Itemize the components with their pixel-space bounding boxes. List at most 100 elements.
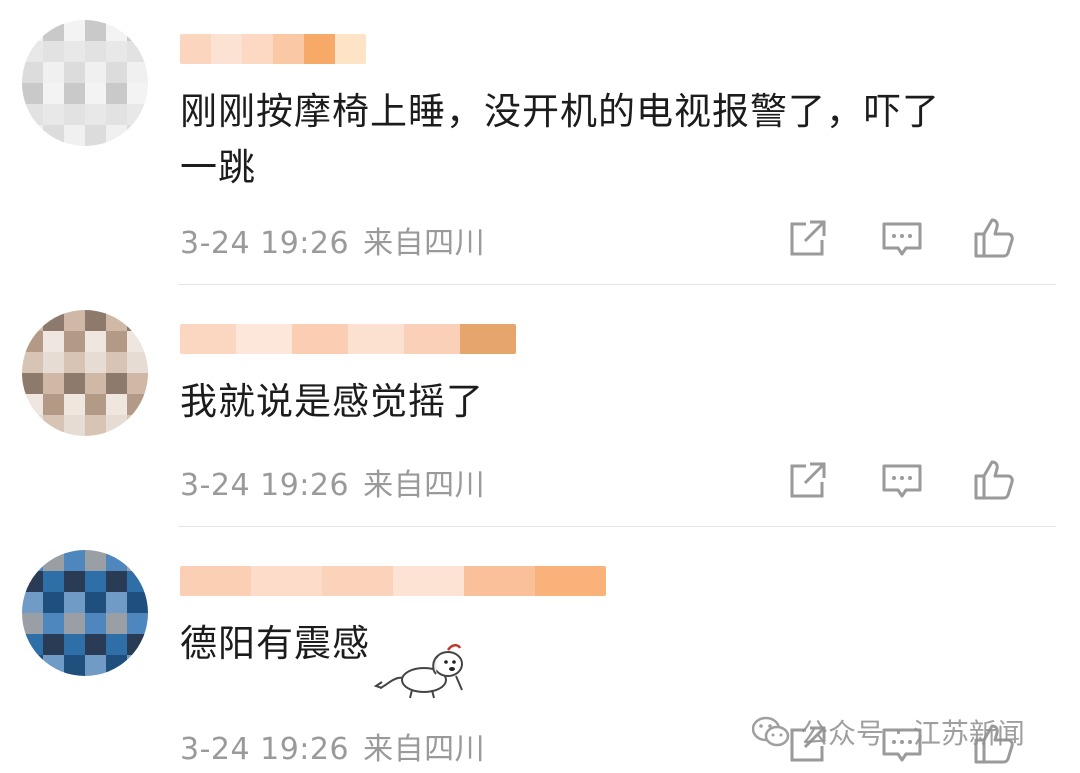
- share-button[interactable]: [784, 456, 832, 504]
- avatar-pixel: [64, 415, 85, 436]
- username-pixel: [464, 566, 535, 596]
- avatar-pixel: [64, 373, 85, 394]
- avatar-pixel: [106, 41, 127, 62]
- comment-actions: [784, 214, 1034, 262]
- avatar-pixel: [43, 415, 64, 436]
- avatar-pixel: [127, 83, 148, 104]
- avatar-pixel: [85, 571, 106, 592]
- location: 来自四川: [363, 732, 486, 767]
- avatar-pixel: [43, 634, 64, 655]
- username-blurred[interactable]: [180, 324, 516, 354]
- avatar-pixel: [106, 373, 127, 394]
- share-button[interactable]: [784, 214, 832, 262]
- avatar-pixel: [85, 415, 106, 436]
- avatar-pixel: [127, 373, 148, 394]
- avatar-pixel: [22, 592, 43, 613]
- username-pixel: [535, 566, 606, 596]
- avatar-pixel: [22, 20, 43, 41]
- avatar[interactable]: [22, 550, 148, 676]
- dog-sticker-image: [373, 644, 463, 699]
- avatar-pixel: [106, 331, 127, 352]
- avatar-pixel: [127, 613, 148, 634]
- watermark-account-type: 公众号: [800, 717, 885, 750]
- avatar-pixel: [22, 62, 43, 83]
- thumbs-up-icon: [974, 218, 1014, 258]
- avatar-pixel: [22, 550, 43, 571]
- username-pixel: [292, 324, 348, 354]
- avatar-pixel: [85, 373, 106, 394]
- avatar-pixel: [64, 310, 85, 331]
- comment-meta: 3-24 19:26 来自四川: [180, 460, 485, 504]
- share-icon: [790, 220, 826, 256]
- avatar-pixel: [22, 394, 43, 415]
- avatar-pixel: [127, 634, 148, 655]
- avatar-pixel: [85, 104, 106, 125]
- avatar-pixel: [127, 571, 148, 592]
- avatar-pixel: [43, 41, 64, 62]
- username-pixel: [348, 324, 404, 354]
- avatar-pixel: [22, 415, 43, 436]
- avatar[interactable]: [22, 310, 148, 436]
- avatar-pixel: [85, 550, 106, 571]
- avatar-pixel: [43, 20, 64, 41]
- avatar-pixel: [127, 331, 148, 352]
- avatar-pixel: [43, 352, 64, 373]
- divider: [178, 526, 1056, 527]
- avatar-pixel: [127, 352, 148, 373]
- comment-text: 德阳有震感: [180, 622, 370, 665]
- comment-icon: [882, 222, 922, 256]
- avatar-pixel: [64, 634, 85, 655]
- avatar-pixel: [43, 104, 64, 125]
- avatar-pixel: [64, 394, 85, 415]
- comment-actions: [784, 456, 1034, 504]
- timestamp: 3-24 19:26: [180, 732, 350, 767]
- comment-meta: 3-24 19:26 来自四川: [180, 724, 485, 768]
- avatar-pixel: [127, 550, 148, 571]
- avatar-pixel: [43, 310, 64, 331]
- watermark: 公众号 · 江苏新闻: [752, 712, 1025, 752]
- avatar-pixel: [64, 571, 85, 592]
- avatar-pixel: [22, 373, 43, 394]
- username-pixel: [404, 324, 460, 354]
- avatar-pixel: [127, 592, 148, 613]
- avatar-pixel: [127, 394, 148, 415]
- avatar-pixel: [85, 394, 106, 415]
- like-button[interactable]: [970, 214, 1018, 262]
- watermark-separator: ·: [894, 715, 903, 749]
- username-pixel: [211, 34, 242, 64]
- avatar-pixel: [22, 310, 43, 331]
- username-pixel: [304, 34, 335, 64]
- avatar-pixel: [127, 62, 148, 83]
- avatar-pixel: [22, 331, 43, 352]
- username-pixel: [180, 566, 251, 596]
- comment-button[interactable]: [878, 456, 926, 504]
- wechat-icon: [752, 716, 790, 747]
- comment-button[interactable]: [878, 214, 926, 262]
- avatar-pixel: [64, 352, 85, 373]
- avatar-pixel: [64, 104, 85, 125]
- avatar-pixel: [106, 394, 127, 415]
- avatar-pixel: [22, 104, 43, 125]
- username-pixel: [180, 324, 236, 354]
- username-pixel: [180, 34, 211, 64]
- avatar-pixel: [22, 613, 43, 634]
- avatar-pixel: [43, 394, 64, 415]
- like-button[interactable]: [970, 456, 1018, 504]
- watermark-account-name: 江苏新闻: [912, 717, 1025, 750]
- username-pixel: [460, 324, 516, 354]
- comment-icon: [882, 464, 922, 498]
- avatar[interactable]: [22, 20, 148, 146]
- avatar-pixel: [127, 41, 148, 62]
- username-blurred[interactable]: [180, 34, 366, 64]
- avatar-pixel: [106, 550, 127, 571]
- avatar-pixel: [127, 655, 148, 676]
- avatar-pixel: [64, 550, 85, 571]
- comment-text: 我就说是感觉摇了: [180, 380, 484, 423]
- avatar-pixel: [64, 655, 85, 676]
- avatar-pixel: [127, 415, 148, 436]
- username-pixel: [273, 34, 304, 64]
- username-blurred[interactable]: [180, 566, 606, 596]
- avatar-pixel: [106, 125, 127, 146]
- avatar-pixel: [85, 41, 106, 62]
- avatar-pixel: [127, 125, 148, 146]
